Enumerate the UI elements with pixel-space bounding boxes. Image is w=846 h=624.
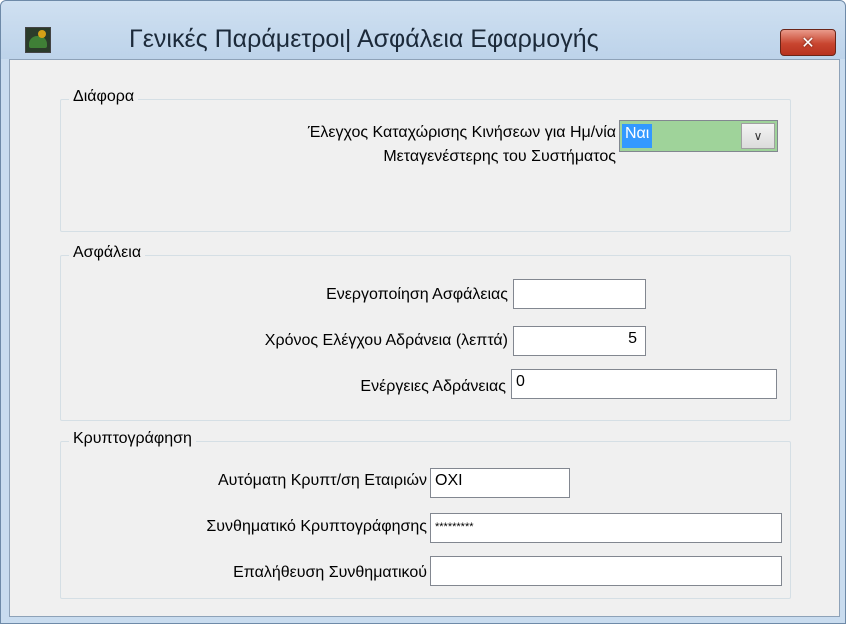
password-confirm-field[interactable]	[430, 556, 782, 586]
idle-time-field[interactable]: 5	[513, 326, 646, 356]
auto-encrypt-field[interactable]: ΟΧΙ	[430, 468, 570, 498]
security-group-title: Ασφάλεια	[69, 244, 146, 262]
dialog-client-area: Διάφορα Έλεγχος Καταχώρισης Κινήσεων για…	[9, 59, 840, 617]
encryption-group-title: Κρυπτογράφηση	[69, 430, 196, 448]
idle-actions-field[interactable]: 0	[511, 369, 777, 399]
security-activation-field[interactable]	[513, 279, 646, 309]
auto-encrypt-label: Αυτόματη Κρυπτ/ση Εταιριών	[217, 472, 427, 489]
dialog-window: Γενικές Παράμετροι| Ασφάλεια Εφαρμογής ✕…	[0, 0, 846, 624]
misc-group-title: Διάφορα	[69, 88, 139, 106]
future-date-check-select[interactable]: Ναι ∨	[619, 120, 778, 152]
title-bar[interactable]: Γενικές Παράμετροι| Ασφάλεια Εφαρμογής ✕	[1, 1, 845, 59]
close-button[interactable]: ✕	[780, 29, 836, 56]
password-confirm-label: Επαλήθευση Συνθηματικού	[233, 564, 427, 581]
chevron-down-icon[interactable]: ∨	[741, 123, 775, 149]
idle-time-label: Χρόνος Ελέγχου Αδράνεια (λεπτά)	[264, 332, 508, 349]
security-activation-label: Ενεργοποίηση Ασφάλειας	[326, 286, 508, 303]
encryption-password-field[interactable]: *********	[430, 513, 782, 543]
idle-actions-label: Ενέργειες Αδράνειας	[360, 378, 506, 395]
future-date-check-label-line1: Έλεγχος Καταχώρισης Κινήσεων για Ημ/νία	[307, 124, 616, 141]
window-title: Γενικές Παράμετροι| Ασφάλεια Εφαρμογής	[129, 25, 599, 53]
future-date-check-value: Ναι	[622, 124, 653, 148]
encryption-password-label: Συνθηματικό Κρυπτογράφησης	[206, 518, 427, 535]
app-icon	[25, 27, 51, 53]
future-date-check-label-line2: Μεταγενέστερης του Συστήματος	[383, 148, 616, 165]
close-icon: ✕	[801, 33, 815, 52]
